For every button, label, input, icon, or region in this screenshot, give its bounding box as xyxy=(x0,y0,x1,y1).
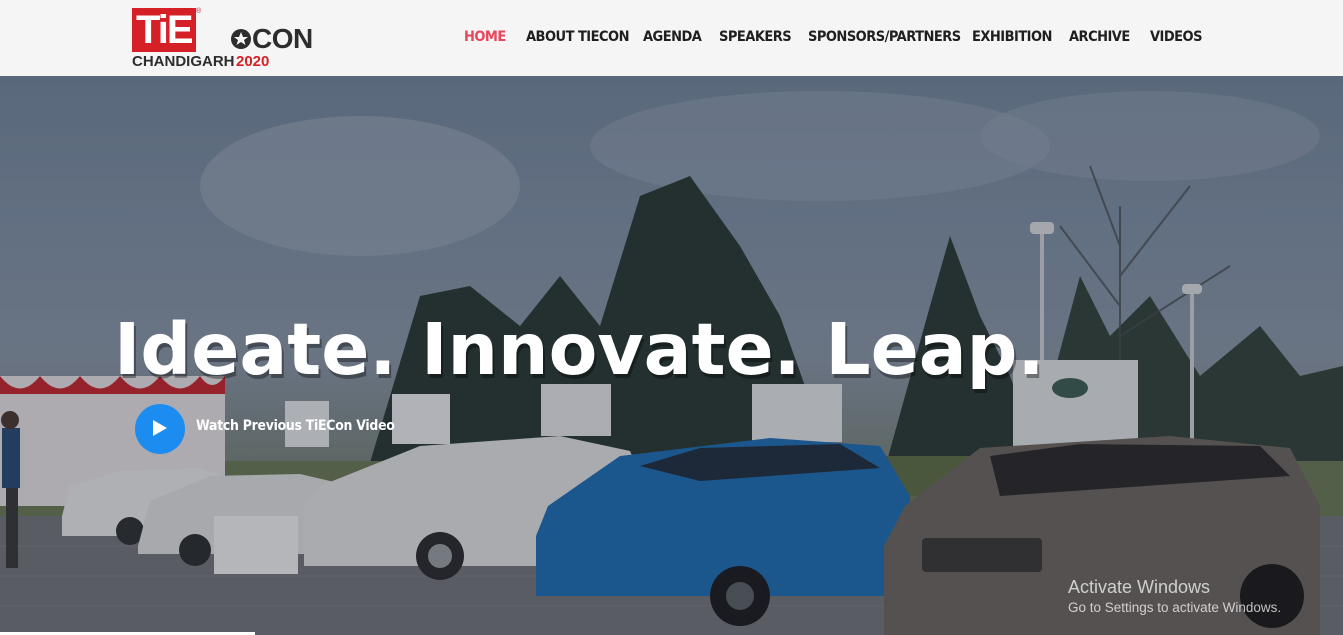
logo-tie-mark: TiE xyxy=(132,8,196,52)
play-button[interactable] xyxy=(135,404,185,454)
nav-item-home[interactable]: HOME xyxy=(464,27,506,47)
logo-registered-mark: ® xyxy=(196,8,202,15)
nav-item-agenda[interactable]: AGENDA xyxy=(643,27,702,47)
play-icon xyxy=(153,420,167,436)
nav-item-videos[interactable]: VIDEOS xyxy=(1150,27,1202,47)
nav-item-about-tiecon[interactable]: ABOUT TIECON xyxy=(526,27,630,47)
hero-headline: Ideate. Innovate. Leap. xyxy=(114,308,1045,391)
nav-item-sponsors-partners[interactable]: SPONSORS/PARTNERS xyxy=(808,27,961,47)
windows-activation-watermark: Activate Windows Go to Settings to activ… xyxy=(1068,576,1281,617)
watermark-subtitle: Go to Settings to activate Windows. xyxy=(1068,600,1282,615)
logo-year-text: 2020 xyxy=(236,53,270,70)
hero-slider: Ideate. Innovate. Leap. Watch Previous T… xyxy=(0,76,1343,635)
logo-con-text: CON xyxy=(252,23,313,54)
nav-item-archive[interactable]: ARCHIVE xyxy=(1069,27,1130,47)
watch-video-label: Watch Previous TiECon Video xyxy=(196,418,395,434)
logo-emblem-icon xyxy=(231,29,251,49)
nav-item-speakers[interactable]: SPEAKERS xyxy=(719,27,792,47)
nav-item-exhibition[interactable]: EXHIBITION xyxy=(972,27,1052,47)
logo-city-text: CHANDIGARH xyxy=(132,53,235,70)
watermark-title: Activate Windows xyxy=(1068,577,1211,597)
site-header: TiE ® CON CHANDIGARH 2020 HOME ABOUT TIE… xyxy=(0,0,1343,76)
tiecon-logo[interactable]: TiE ® CON CHANDIGARH 2020 xyxy=(132,8,313,70)
